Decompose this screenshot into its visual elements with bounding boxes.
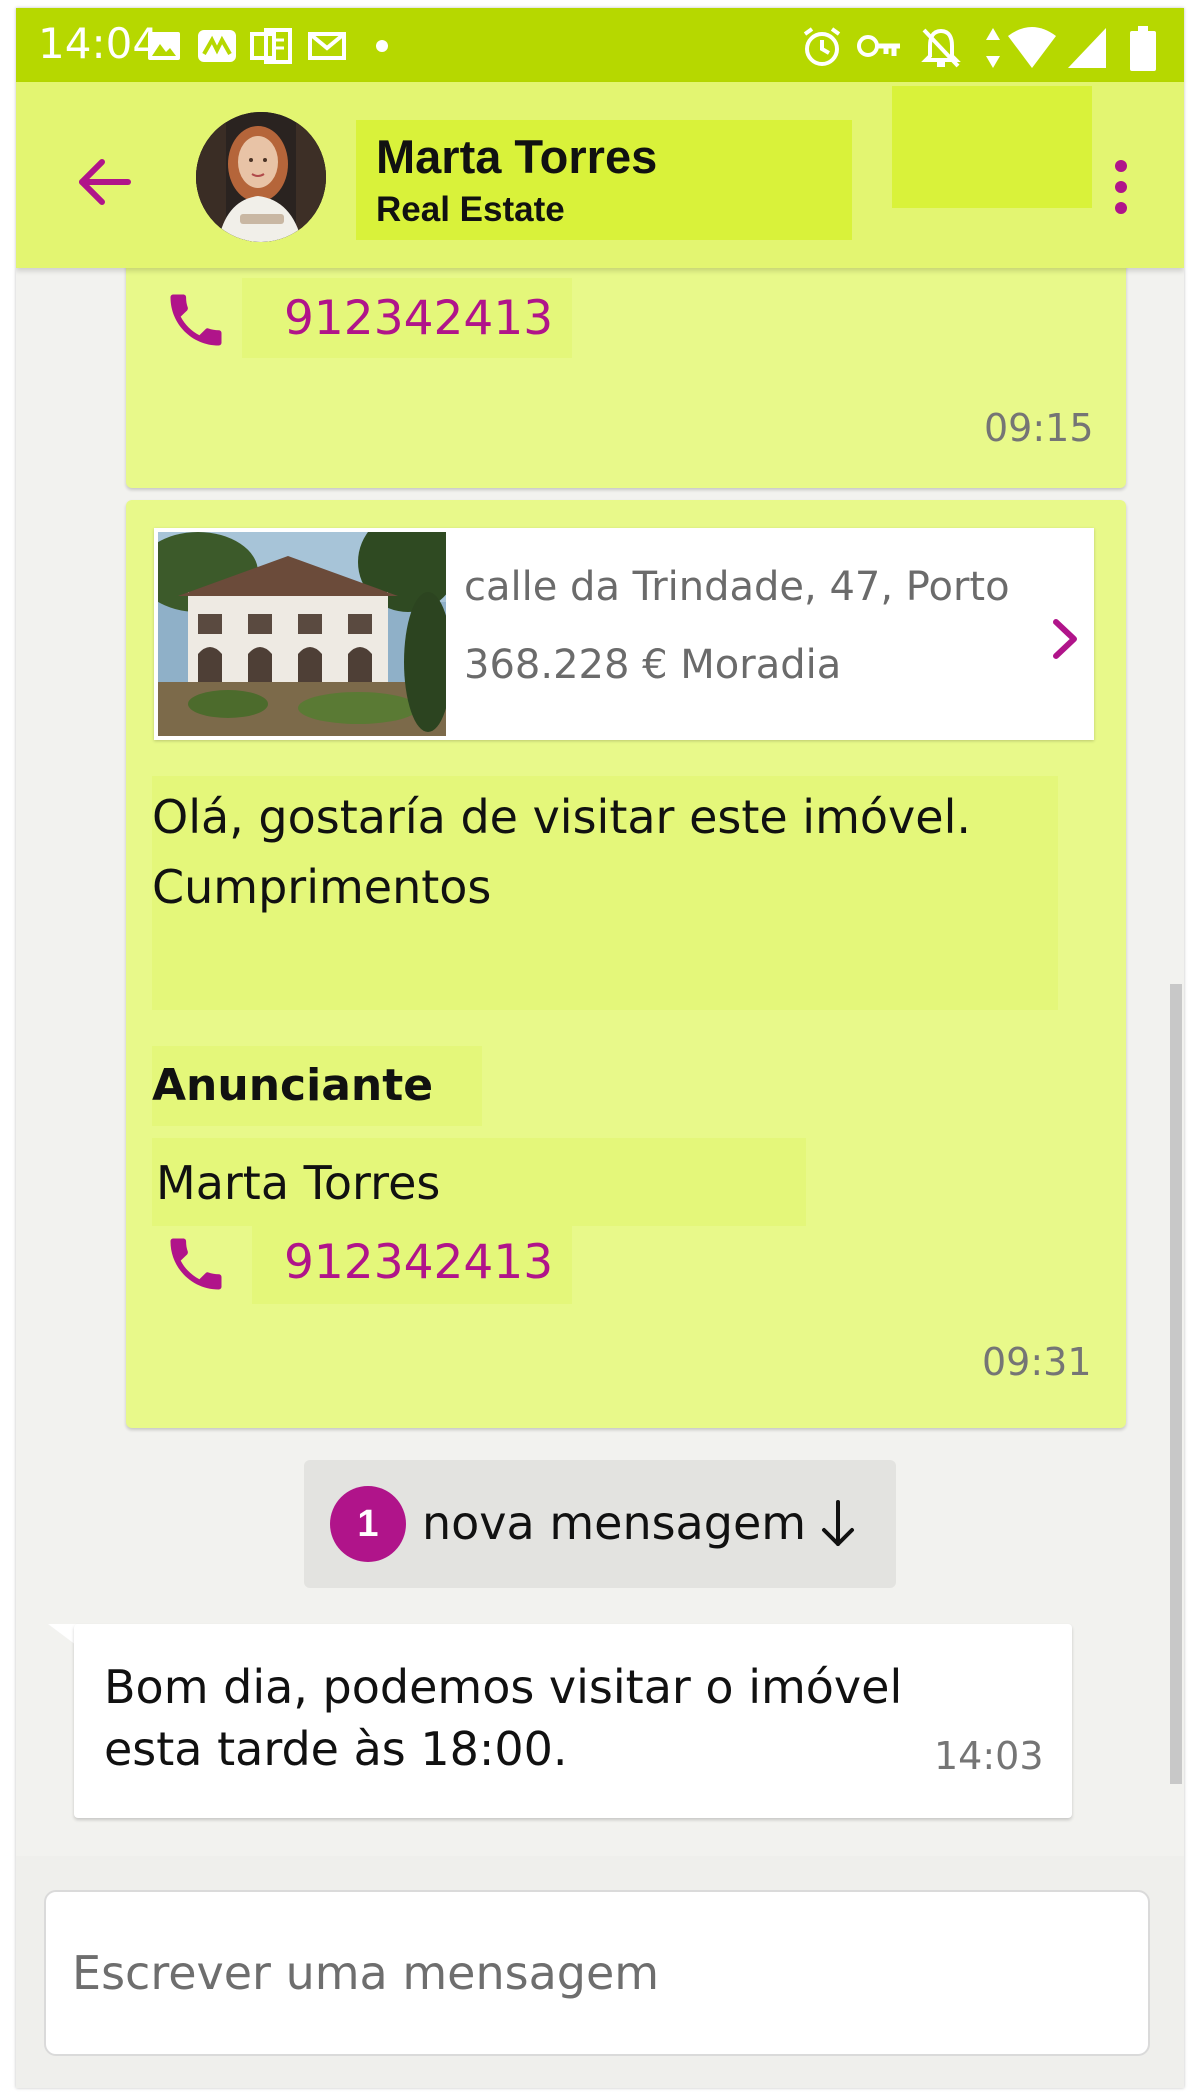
incoming-message-text: Bom dia, podemos visitar o imóvel esta t… [104,1660,903,1776]
signal-icon [1068,28,1106,68]
more-options-icon[interactable] [1096,152,1146,222]
alarm-icon [803,27,841,66]
chat-header: Marta Torres Real Estate [16,82,1184,268]
advertiser-label: Anunciante [152,1060,434,1111]
contact-subtitle: Real Estate [376,190,565,229]
scrollbar[interactable] [1170,984,1182,1784]
new-message-indicator[interactable]: 1 nova mensagem [304,1460,896,1588]
avatar-portrait-image [196,112,326,242]
message-time: 14:03 [934,1734,1044,1778]
new-message-count-badge: 1 [330,1486,406,1562]
listing-photo [158,532,446,736]
header-placeholder-area [892,86,1092,208]
contact-title[interactable]: Marta Torres Real Estate [356,120,852,240]
arrow-down-icon [822,1500,854,1546]
new-message-label: nova mensagem [422,1496,807,1550]
status-bar: 14:04 [16,8,1184,82]
outgoing-message: calle da Trindade, 47, Porto 368.228 € M… [126,500,1126,1428]
phone-icon[interactable] [162,286,230,354]
message-text-line: Cumprimentos [152,860,492,914]
bell-off-icon [921,28,961,68]
chevron-right-icon[interactable] [1048,614,1084,664]
mail-icon [308,32,346,60]
phone-screen: 14:04 Marta Torres Real Estate 912342413… [16,8,1184,2088]
outgoing-message: 912342413 09:15 [126,238,1126,488]
message-text-line: Olá, gostaría de visitar este imóvel. [152,790,971,844]
contact-name: Marta Torres [376,130,658,183]
status-time: 14:04 [38,19,160,68]
phone-number[interactable]: 912342413 [284,292,553,346]
message-composer [16,1856,1184,2088]
phone-icon[interactable] [162,1230,230,1298]
phone-number[interactable]: 912342413 [284,1236,553,1290]
key-icon [857,35,900,57]
message-list[interactable]: 912342413 09:15 calle da Trindade, 47, P… [16,238,1184,1856]
listing-address: calle da Trindade, 47, Porto [464,564,1010,610]
listing-price: 368.228 € Moradia [464,642,842,688]
dot-icon [376,40,388,52]
data-arrows-icon [986,28,1000,68]
message-input[interactable] [44,1890,1150,2056]
incoming-message: Bom dia, podemos visitar o imóvel esta t… [74,1624,1072,1818]
advertiser-name: Marta Torres [156,1156,441,1210]
listing-card[interactable]: calle da Trindade, 47, Porto 368.228 € M… [154,528,1094,740]
image-icon [148,32,180,60]
app-icon [198,30,236,62]
office-icon [250,28,292,64]
message-time: 09:15 [984,406,1094,450]
battery-icon [1130,26,1156,71]
avatar[interactable] [196,112,326,242]
back-arrow-icon[interactable] [74,152,134,212]
house-photo-image [158,532,446,736]
wifi-icon [1008,27,1056,68]
message-time: 09:31 [982,1340,1092,1384]
